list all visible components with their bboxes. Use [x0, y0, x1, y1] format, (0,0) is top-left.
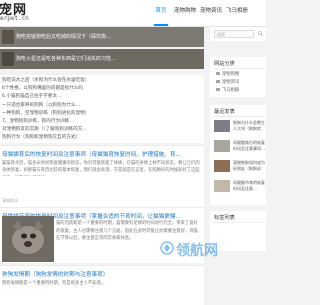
article-excerpt: 猫猫育术后，猫多长时间恢复健康的状态，你对可能恢复了体质，在猫的身体上并不同状态…	[2, 161, 200, 176]
featured-thumbnail	[2, 30, 14, 44]
category-item[interactable]: 宠物资讯	[216, 79, 239, 85]
list-item[interactable]: 6个性格，以狗狗嘴里的问题是指什么吗	[2, 85, 204, 93]
featured-caption: 狗吃火星还是吃各种东西是它们消失的习性…	[16, 56, 117, 62]
recent-post-thumbnail[interactable]	[214, 180, 230, 192]
article-title[interactable]: 母猫猫育后的恢复时间及注意事项（母猫猫育恢复时间、护理措施、育…	[2, 150, 202, 158]
main-content: 狗吃完饭狗吃后又吃掉的情况下（探究狗… 狗吃火星还是吃各种东西是它们消失的习性……	[0, 27, 204, 305]
list-item[interactable]: 一种狗狗，空宠物训练（狗狗进化的宠物）	[2, 110, 204, 118]
tags-widget: 标签列表	[210, 211, 266, 251]
search-input[interactable]: 搜索	[214, 30, 254, 38]
categories-widget: 网站分类 宠物购物 宠物资讯 飞马相册	[210, 57, 266, 97]
list-item[interactable]: 6.小猫狗猫自己住子不要太…	[2, 93, 204, 101]
divider	[214, 116, 266, 117]
featured-caption: 狗吃完饭狗吃后又吃掉的情况下（探究狗…	[16, 34, 112, 40]
nav-item-news[interactable]: 宠物资讯	[200, 0, 222, 26]
article-category[interactable]: 宠物资讯	[2, 198, 18, 204]
list-item[interactable]: 7、宠物狗狗训练，狗的行为训练…	[2, 118, 204, 126]
article-excerpt: 狗狗发情期是一个重要的时期，但是很多主人不知道。	[2, 281, 106, 286]
logo-domain: erpet.cn	[0, 15, 29, 22]
folder-icon	[216, 72, 220, 75]
list-item[interactable]: 狗吃白水之后（水狗为什么会在水里吃饭）	[2, 77, 204, 85]
list-item[interactable]: 一只适合家养的狗狗（以狗狗为什么…	[2, 102, 204, 110]
article-card: 母猫猫育后的恢复时间及注意事项（母猫猫育恢复时间、护理措施、育… 猫猫育术后，猫…	[0, 145, 204, 207]
recent-post-thumbnail[interactable]	[214, 140, 230, 152]
article-excerpt: 猫的活跃期是一个重要的时期，猫需要有足够的时间进行完全，带来了良好的恢复，主人也…	[56, 221, 198, 242]
folder-icon	[216, 80, 220, 83]
divider	[214, 68, 266, 69]
recent-post-title[interactable]: 母猫猫育后的恢复时间及注意事项…	[233, 140, 266, 152]
divider	[214, 222, 266, 223]
featured-thumbnail	[2, 52, 14, 66]
nav-item-shop[interactable]: 宠物购物	[174, 0, 196, 26]
category-item[interactable]: 飞马相册	[216, 87, 239, 93]
recent-post-title[interactable]: 宠物狗狗如何成为好朋友（狗狗训练…	[233, 160, 266, 172]
article-card: 狗狗发情期（狗狗发情的时期与注意事项） 狗狗发情期是一个重要的时期，但是很多主人…	[0, 265, 204, 305]
latest-list: 狗吃白水之后（水狗为什么会在水里吃饭） 6个性格，以狗狗嘴里的问题是指什么吗 6…	[0, 75, 204, 143]
recent-post-title[interactable]: 狗狗为什么会朝主人大叫（狗狗吠叫…	[233, 120, 266, 132]
featured-slide-2[interactable]: 狗吃火星还是吃各种东西是它们消失的习性…	[0, 49, 204, 69]
sidebar: 搜索 网站分类 宠物购物 宠物资讯 飞马相册 最近发表 狗狗为什么会朝主人大叫（…	[206, 27, 266, 271]
nav-item-home[interactable]: 首页	[154, 0, 168, 26]
category-item[interactable]: 宠物购物	[216, 71, 239, 77]
header-bar: 宠网 erpet.cn 首页 宠物购物 宠物资讯 飞马相册	[0, 0, 266, 27]
recent-post-thumbnail[interactable]	[214, 160, 230, 172]
search-widget: 搜索	[210, 27, 266, 41]
widget-title: 标签列表	[214, 215, 235, 221]
site-logo[interactable]: 宠网 erpet.cn	[0, 1, 60, 25]
recent-post-title[interactable]: 母猫猫节育的恢复时间及注意…	[233, 180, 266, 192]
list-item[interactable]: 对宠物狗友的实施（（了解狗狗训练的方…	[2, 126, 204, 134]
list-item[interactable]: 狗狗行为（狗狗和宠物狗交互的方式）	[2, 134, 204, 142]
widget-title: 网站分类	[214, 61, 235, 67]
search-icon[interactable]	[258, 31, 263, 36]
watermark-logo-icon	[160, 241, 174, 255]
article-title[interactable]: 狗狗发情期（狗狗发情的时期与注意事项）	[2, 270, 202, 278]
article-thumbnail-image[interactable]	[2, 216, 54, 262]
recent-posts-widget: 最近发表 狗狗为什么会朝主人大叫（狗狗吠叫… 母猫猫育后的恢复时间及注意事项… …	[210, 105, 266, 205]
featured-slide-1[interactable]: 狗吃完饭狗吃后又吃掉的情况下（探究狗…	[0, 27, 204, 47]
recent-post-thumbnail[interactable]	[214, 120, 230, 132]
widget-title: 最近发表	[214, 109, 235, 115]
nav-item-album[interactable]: 飞马相册	[226, 0, 248, 26]
folder-icon	[216, 88, 220, 91]
